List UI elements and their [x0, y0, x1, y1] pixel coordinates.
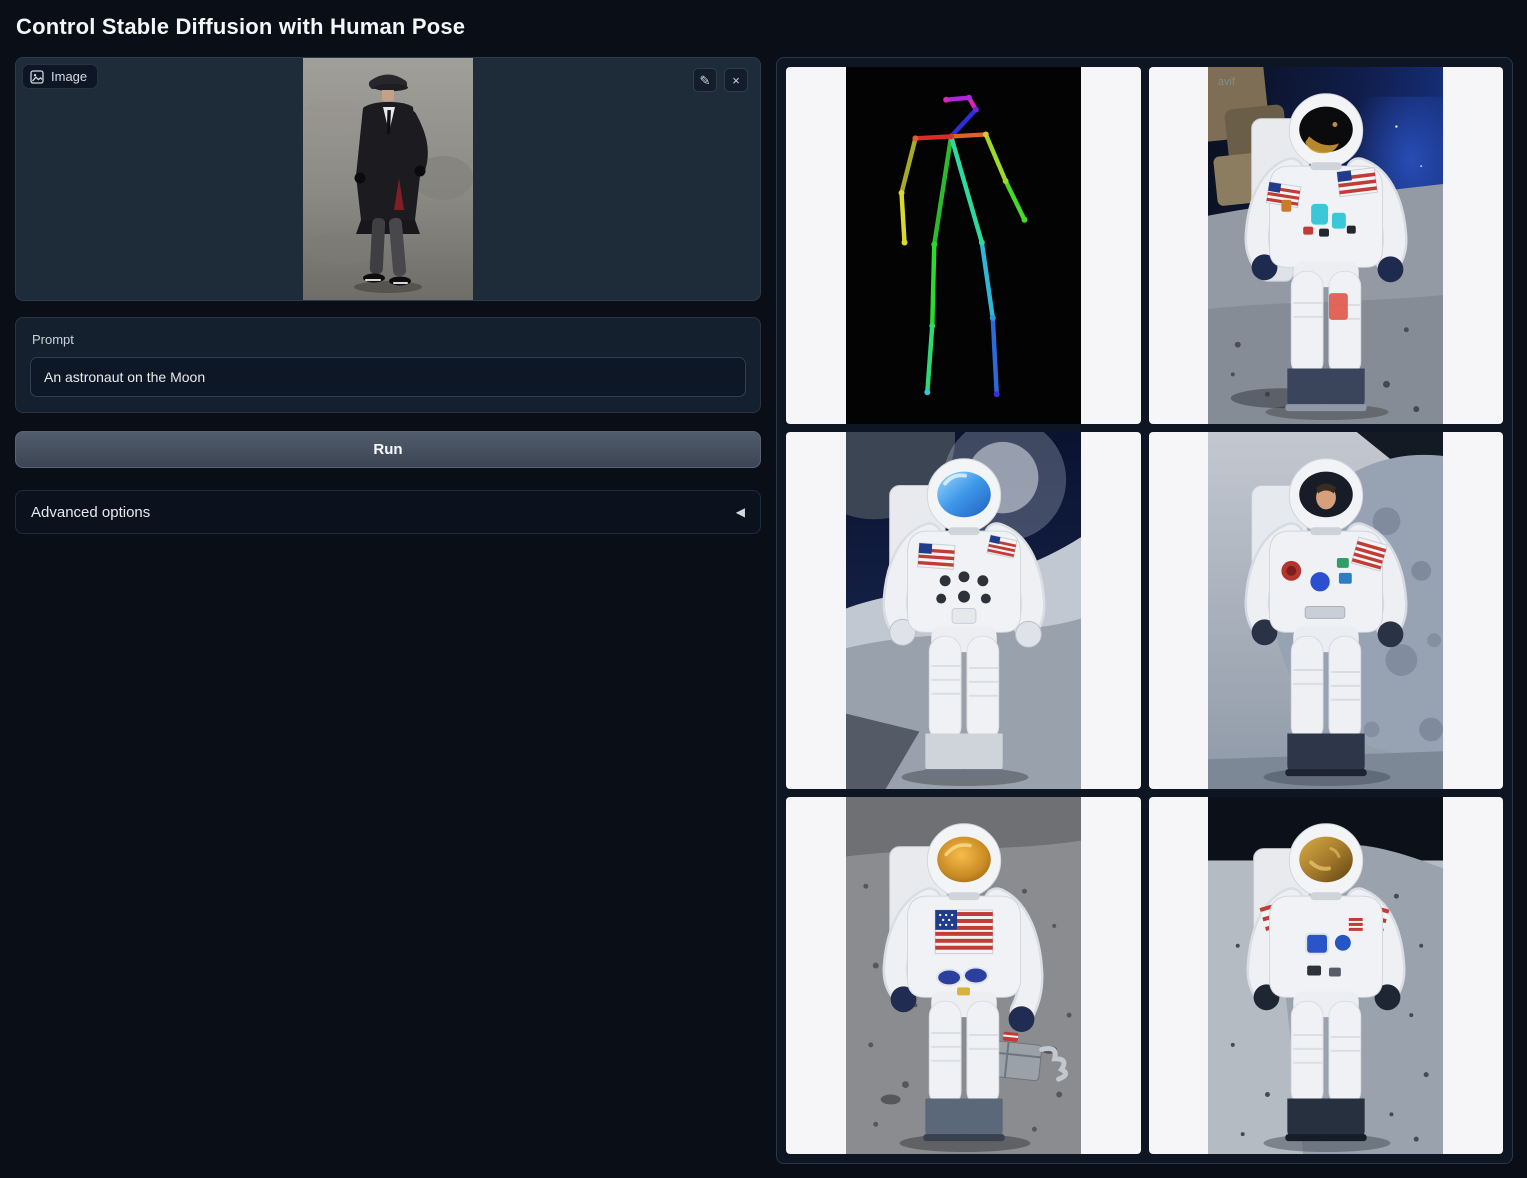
chevron-left-icon: ◀ [736, 505, 745, 519]
astronaut-image-4 [846, 797, 1081, 1154]
image-label: Image [51, 69, 87, 84]
page-title: Control Stable Diffusion with Human Pose [16, 14, 1512, 40]
prompt-input[interactable] [30, 357, 746, 397]
gallery-item-astronaut-3[interactable] [1149, 432, 1504, 789]
prompt-block: Prompt [15, 317, 761, 413]
astronaut-image-3 [1208, 432, 1443, 789]
app-root: Control Stable Diffusion with Human Pose… [0, 0, 1527, 1178]
advanced-options-accordion[interactable]: Advanced options ◀ [15, 490, 761, 534]
astronaut-image-5 [1208, 797, 1443, 1154]
advanced-options-label: Advanced options [31, 504, 150, 521]
clear-image-button[interactable]: × [724, 68, 748, 92]
gallery-item-astronaut-1[interactable]: avif [1149, 67, 1504, 424]
gallery-item-astronaut-5[interactable] [1149, 797, 1504, 1154]
gallery-item-pose[interactable] [786, 67, 1141, 424]
output-gallery: avif [776, 57, 1513, 1164]
avif-watermark: avif [1218, 76, 1236, 88]
left-column: Image ✎ × [15, 57, 761, 534]
edit-image-button[interactable]: ✎ [693, 68, 717, 92]
main-layout: Image ✎ × [15, 57, 1512, 1164]
gallery-item-astronaut-4[interactable] [786, 797, 1141, 1154]
astronaut-image-1: avif [1208, 67, 1443, 424]
prompt-label: Prompt [32, 332, 746, 347]
astronaut-image-2 [846, 432, 1081, 789]
pose-skeleton-image [846, 67, 1081, 424]
run-button[interactable]: Run [15, 431, 761, 468]
image-label-badge: Image [22, 64, 98, 89]
uploaded-image [303, 58, 473, 300]
edit-icon: ✎ [700, 74, 711, 87]
uploaded-image-graphic [303, 58, 473, 300]
image-actions: ✎ × [693, 68, 748, 92]
close-icon: × [732, 74, 740, 87]
image-icon [30, 70, 44, 84]
image-input[interactable]: Image ✎ × [15, 57, 761, 301]
gallery-item-astronaut-2[interactable] [786, 432, 1141, 789]
